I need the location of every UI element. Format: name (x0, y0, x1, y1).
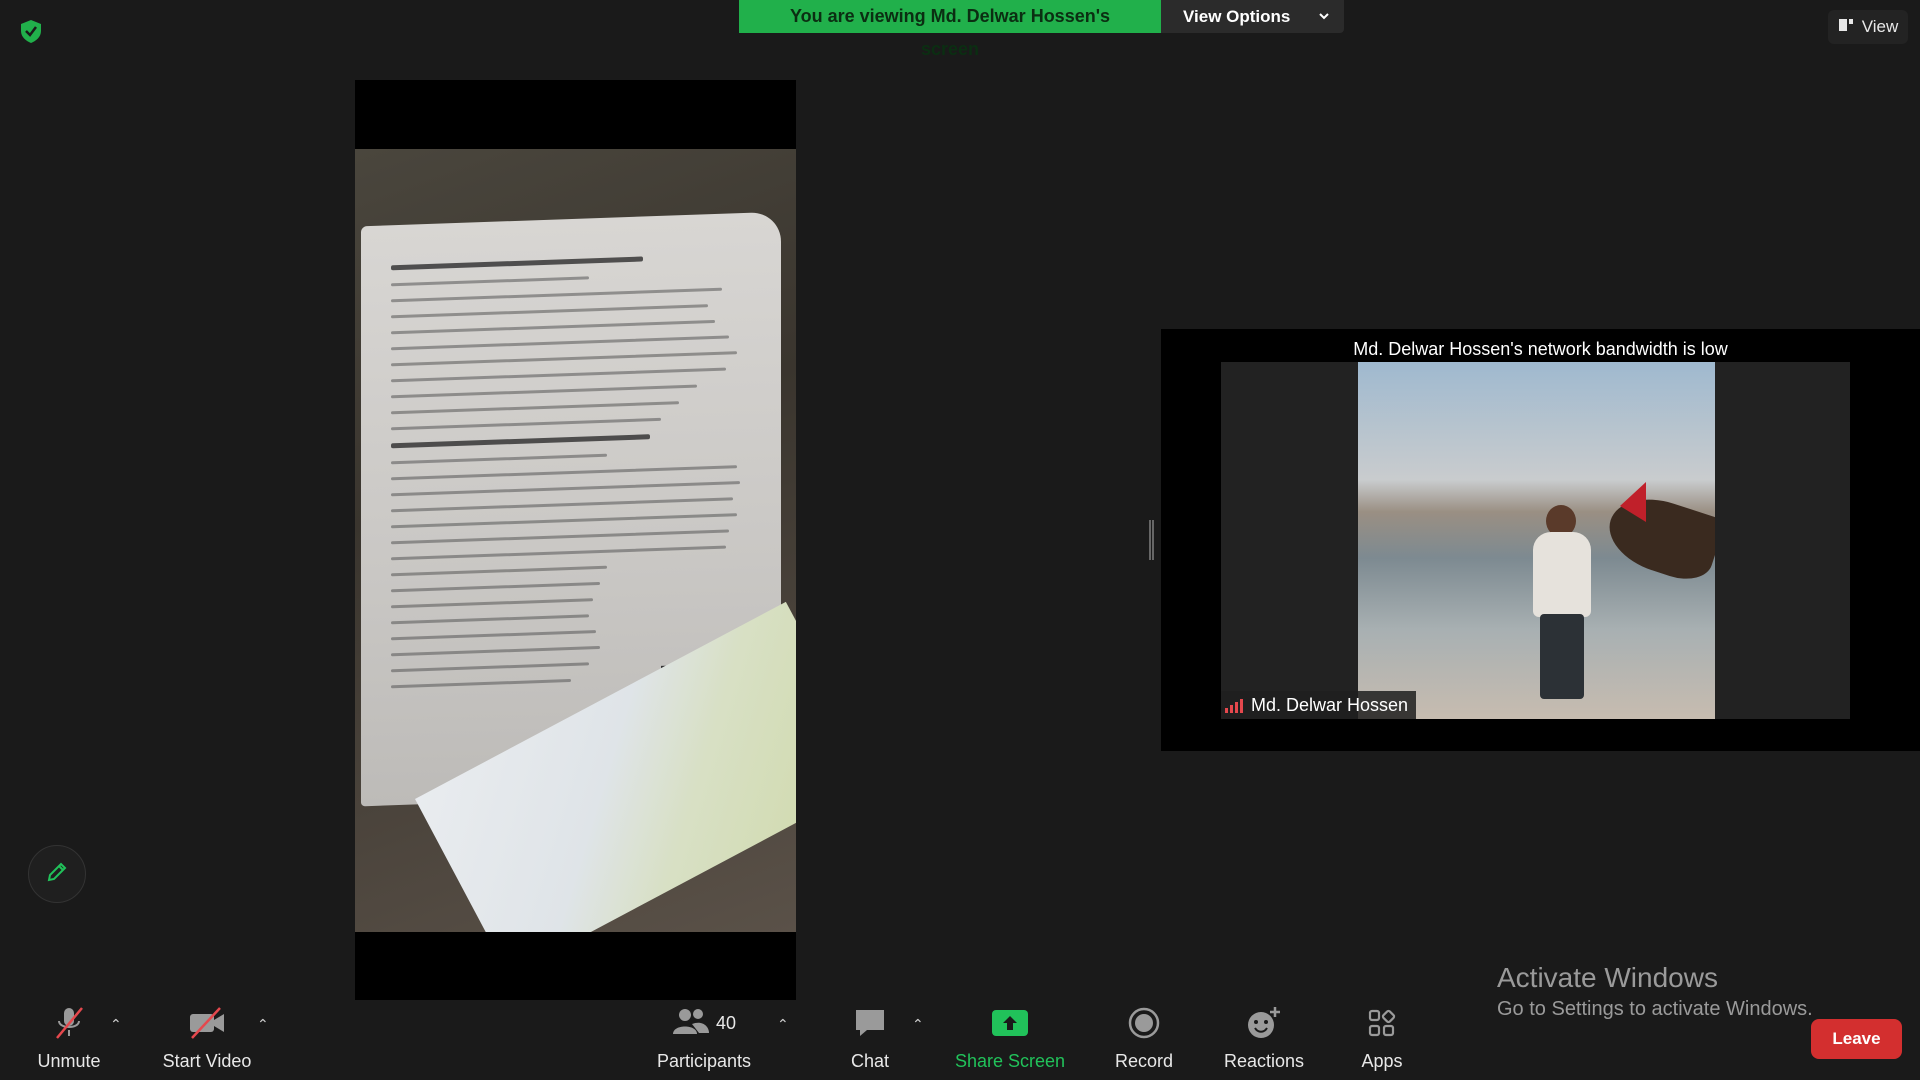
activate-windows-subtitle: Go to Settings to activate Windows. (1497, 998, 1813, 1020)
zoom-meeting-window: You are viewing Md. Delwar Hossen's scre… (0, 0, 1920, 1080)
panel-splitter-handle[interactable] (1149, 520, 1154, 560)
chat-button[interactable]: Chat (842, 1005, 898, 1072)
activate-windows-title: Activate Windows (1497, 962, 1718, 993)
person-body (1533, 532, 1591, 617)
viewing-screen-label: You are viewing Md. Delwar Hossen's scre… (739, 0, 1161, 59)
participants-icon (672, 1006, 710, 1041)
leave-button[interactable]: Leave (1811, 1019, 1902, 1059)
view-button[interactable]: View (1828, 10, 1908, 44)
participants-button[interactable]: 40 Participants (652, 1005, 756, 1072)
pencil-icon (45, 860, 69, 889)
participants-icon-group: 40 (672, 1005, 736, 1041)
apps-label: Apps (1361, 1051, 1403, 1071)
view-options-button[interactable]: View Options (1161, 0, 1344, 33)
activate-windows-watermark: Activate Windows Go to Settings to activ… (1497, 962, 1813, 1021)
shield-check-icon[interactable] (18, 18, 44, 44)
chevron-down-icon (1318, 7, 1330, 27)
participant-video (1358, 362, 1715, 719)
chat-icon (853, 1005, 887, 1041)
participant-video-tile[interactable]: Md. Delwar Hossen's network bandwidth is… (1161, 329, 1920, 751)
share-screen-icon (992, 1005, 1028, 1041)
audio-options-caret[interactable]: ⌃ (110, 1016, 122, 1033)
shared-screen-image (355, 149, 796, 932)
bandwidth-warning: Md. Delwar Hossen's network bandwidth is… (1353, 339, 1728, 359)
signal-bars-icon (1225, 697, 1243, 713)
record-icon (1128, 1005, 1160, 1041)
participants-label: Participants (656, 1051, 752, 1071)
chat-options-caret[interactable]: ⌃ (912, 1016, 924, 1033)
reactions-icon (1246, 1005, 1282, 1041)
video-frame: Md. Delwar Hossen (1221, 362, 1850, 719)
share-screen-label: Share Screen (954, 1051, 1066, 1071)
view-options-label: View Options (1183, 6, 1291, 26)
participants-count: 40 (715, 1012, 737, 1033)
unmute-button[interactable]: Unmute (30, 1005, 108, 1072)
annotate-button[interactable] (28, 845, 86, 903)
view-icon (1838, 17, 1854, 38)
share-screen-button[interactable]: Share Screen (955, 1005, 1065, 1072)
start-video-button[interactable]: Start Video (157, 1005, 257, 1072)
unmute-label: Unmute (37, 1051, 101, 1071)
record-button[interactable]: Record (1110, 1005, 1178, 1072)
record-label: Record (1114, 1051, 1174, 1071)
reactions-button[interactable]: Reactions (1221, 1005, 1307, 1072)
video-options-caret[interactable]: ⌃ (257, 1016, 269, 1033)
participant-name-tag: Md. Delwar Hossen (1221, 691, 1417, 719)
screen-share-banner: You are viewing Md. Delwar Hossen's scre… (739, 0, 1344, 59)
chat-label: Chat (850, 1051, 890, 1071)
start-video-label: Start Video (162, 1051, 252, 1071)
reactions-label: Reactions (1223, 1051, 1305, 1071)
mic-muted-icon (52, 1005, 86, 1041)
view-button-label: View (1861, 17, 1899, 36)
video-off-icon (187, 1005, 227, 1041)
participant-name: Md. Delwar Hossen (1251, 694, 1409, 715)
participants-options-caret[interactable]: ⌃ (777, 1016, 789, 1033)
shared-screen[interactable] (355, 80, 796, 1000)
apps-icon (1367, 1005, 1397, 1041)
person-legs (1540, 614, 1584, 699)
apps-button[interactable]: Apps (1360, 1005, 1404, 1072)
boat-image (1599, 486, 1715, 588)
